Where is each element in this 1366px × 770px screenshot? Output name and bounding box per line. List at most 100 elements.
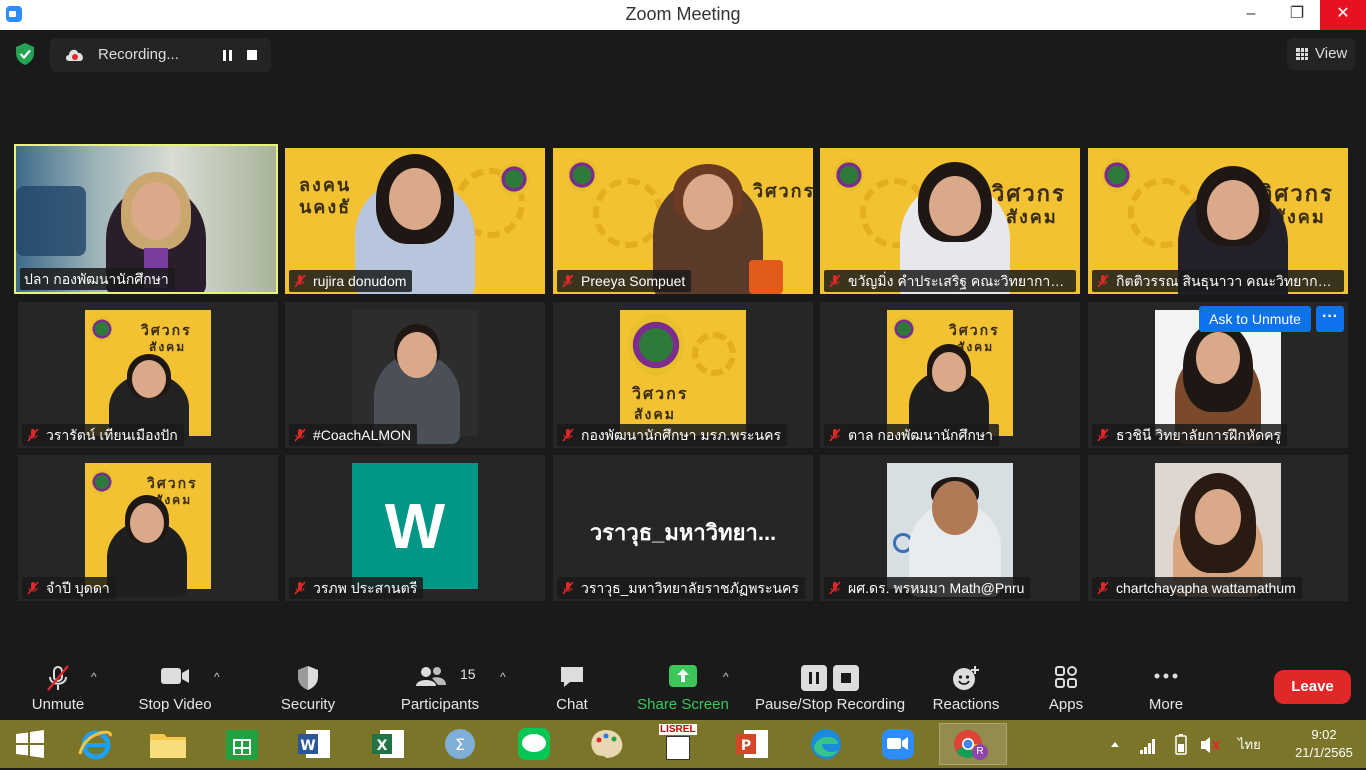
participant-tile[interactable]: วิศวกร สังคม วรารัตน์ เทียนเมืองปัก bbox=[18, 302, 278, 448]
muted-mic-icon bbox=[294, 428, 306, 442]
apps-icon bbox=[1055, 666, 1077, 688]
security-shield-icon bbox=[298, 666, 318, 690]
battery-icon[interactable] bbox=[1170, 720, 1192, 768]
participants-count: 15 bbox=[460, 666, 476, 682]
participant-name-tag: กิตติวรรณ สินธุนาวา คณะวิทยาการจั... bbox=[1092, 270, 1344, 292]
microsoft-powerpoint-icon[interactable]: P bbox=[730, 724, 774, 764]
video-options-caret[interactable]: ^ bbox=[214, 670, 220, 684]
maximize-button[interactable]: ❐ bbox=[1274, 0, 1320, 30]
participant-name-tag: #CoachALMON bbox=[289, 424, 418, 446]
svg-text:X: X bbox=[377, 738, 388, 754]
stop-recording-button[interactable] bbox=[247, 50, 257, 60]
muted-mic-icon bbox=[829, 428, 841, 442]
participant-tile[interactable]: วิศวกร สังคม ตาล กองพัฒนานักศึกษา bbox=[820, 302, 1080, 448]
participant-tile[interactable]: วิศวกร Preeya Sompuet bbox=[553, 148, 813, 294]
participant-name-tag: Preeya Sompuet bbox=[557, 270, 692, 292]
more-button[interactable]: More bbox=[1140, 656, 1192, 720]
participant-tile[interactable]: ผศ.ดร. พรหมมา Math@Pnru bbox=[820, 455, 1080, 601]
microsoft-edge-icon[interactable] bbox=[804, 724, 848, 764]
participant-video: วิศวกร สังคม bbox=[887, 310, 1013, 444]
microsoft-store-icon[interactable] bbox=[220, 724, 264, 764]
internet-explorer-icon[interactable] bbox=[74, 724, 118, 764]
participant-avatar: W bbox=[352, 463, 478, 589]
microsoft-excel-icon[interactable]: X bbox=[366, 724, 410, 764]
title-bar: Zoom Meeting – ❐ ✕ bbox=[0, 0, 1366, 30]
show-hidden-icons-chevron-icon[interactable] bbox=[1108, 720, 1122, 768]
participant-tile[interactable]: วิศวกร สังคม กองพัฒนานักศึกษา มรภ.พระนคร bbox=[553, 302, 813, 448]
leave-button[interactable]: Leave bbox=[1274, 670, 1351, 704]
unmute-button[interactable]: Unmute bbox=[22, 656, 94, 720]
participant-tile[interactable]: วิศวกร สังคม จำปี บุดดา bbox=[18, 455, 278, 601]
participant-name-tag: ธวชินี วิทยาลัยการฝึกหัดครู bbox=[1092, 424, 1288, 446]
input-language-indicator[interactable]: ไทย bbox=[1238, 720, 1261, 768]
clock-time: 9:02 bbox=[1311, 727, 1337, 742]
file-explorer-icon[interactable] bbox=[146, 724, 190, 764]
volume-muted-icon[interactable] bbox=[1198, 720, 1222, 768]
participant-tile[interactable]: วิศวกร สังคม ขวัญมิ่ง คำประเสริฐ คณะวิทย… bbox=[820, 148, 1080, 294]
muted-mic-icon bbox=[27, 581, 39, 595]
participant-tile[interactable]: chartchayapha wattamathum bbox=[1088, 455, 1348, 601]
microsoft-word-icon[interactable]: W bbox=[292, 724, 336, 764]
participant-name-tag: กองพัฒนานักศึกษา มรภ.พระนคร bbox=[557, 424, 788, 446]
participant-video: วิศวกร สังคม bbox=[620, 310, 746, 436]
share-screen-button[interactable]: Share Screen bbox=[636, 656, 730, 720]
taskbar-clock[interactable]: 9:02 21/1/2565 bbox=[1290, 726, 1358, 762]
audio-options-caret[interactable]: ^ bbox=[91, 670, 97, 684]
close-button[interactable]: ✕ bbox=[1320, 0, 1366, 30]
participants-options-caret[interactable]: ^ bbox=[500, 670, 506, 684]
chat-button[interactable]: Chat bbox=[546, 656, 598, 720]
view-button[interactable]: View bbox=[1287, 38, 1355, 70]
clock-date: 21/1/2565 bbox=[1295, 745, 1353, 760]
line-app-icon[interactable] bbox=[512, 724, 556, 764]
participant-tile[interactable]: วราวุธ_มหาวิทยา... วราวุธ_มหาวิทยาลัยราช… bbox=[553, 455, 813, 601]
paint-palette-icon[interactable] bbox=[584, 724, 628, 764]
muted-mic-icon bbox=[1097, 581, 1109, 595]
security-button[interactable]: Security bbox=[274, 656, 342, 720]
muted-mic-icon bbox=[294, 581, 306, 595]
participant-tile[interactable]: วิศวกร สังคม กิตติวรรณ สินธุนาวา คณะวิทย… bbox=[1088, 148, 1348, 294]
participant-tile[interactable]: ปลา กองพัฒนานักศึกษา bbox=[14, 144, 278, 294]
more-dots-icon bbox=[1154, 673, 1178, 679]
pause-recording-button[interactable] bbox=[210, 38, 240, 72]
participant-video: วิศวกร สังคม bbox=[85, 463, 211, 597]
participant-name-tag: จำปี บุดดา bbox=[22, 577, 116, 599]
participant-name-tag: ขวัญมิ่ง คำประเสริฐ คณะวิทยาการจัด... bbox=[824, 270, 1076, 292]
lisrel-app-icon[interactable]: LISREL bbox=[656, 724, 700, 764]
grid-icon bbox=[1296, 48, 1308, 60]
muted-mic-icon bbox=[1097, 274, 1109, 288]
participant-name-tag: rujira donudom bbox=[289, 270, 413, 292]
muted-mic-icon bbox=[562, 581, 574, 595]
windows-start-icon[interactable] bbox=[8, 724, 52, 764]
encryption-shield-icon[interactable] bbox=[14, 42, 36, 66]
tile-more-options-button[interactable]: ··· bbox=[1316, 306, 1344, 332]
chat-bubble-icon bbox=[561, 667, 583, 687]
participant-video: วิศวกร สังคม bbox=[85, 310, 211, 444]
participant-tile[interactable]: ลงคน นคงธั rujira donudom bbox=[285, 148, 545, 294]
participant-name-tag: chartchayapha wattamathum bbox=[1092, 577, 1302, 599]
muted-mic-icon bbox=[829, 274, 841, 288]
ask-to-unmute-button[interactable]: Ask to Unmute bbox=[1199, 306, 1311, 332]
google-chrome-app[interactable]: R bbox=[939, 723, 1007, 765]
participant-name-tag: ผศ.ดร. พรหมมา Math@Pnru bbox=[824, 577, 1031, 599]
stop-video-button[interactable]: Stop Video bbox=[134, 656, 216, 720]
reactions-button[interactable]: Reactions bbox=[930, 656, 1002, 720]
minimize-button[interactable]: – bbox=[1228, 0, 1274, 30]
pause-stop-recording-button[interactable]: Pause/Stop Recording bbox=[752, 656, 908, 720]
window-title: Zoom Meeting bbox=[625, 4, 741, 24]
math-input-panel-icon[interactable]: Σ bbox=[438, 724, 482, 764]
participant-video bbox=[1155, 463, 1281, 597]
muted-mic-icon bbox=[1097, 428, 1109, 442]
share-options-caret[interactable]: ^ bbox=[723, 670, 729, 684]
apps-button[interactable]: Apps bbox=[1040, 656, 1092, 720]
zoom-app-icon[interactable] bbox=[876, 724, 920, 764]
participant-tile[interactable]: #CoachALMON bbox=[285, 302, 545, 448]
svg-text:Σ: Σ bbox=[455, 735, 465, 754]
participant-video bbox=[352, 310, 478, 444]
participant-tile[interactable]: W วรภพ ประสานตรี bbox=[285, 455, 545, 601]
muted-mic-icon bbox=[562, 428, 574, 442]
participant-display-name: วราวุธ_มหาวิทยา... bbox=[589, 520, 777, 545]
muted-mic-icon bbox=[562, 274, 574, 288]
network-signal-icon[interactable] bbox=[1138, 720, 1158, 768]
participant-name-tag: วรภพ ประสานตรี bbox=[289, 577, 424, 599]
muted-microphone-icon bbox=[47, 665, 69, 691]
